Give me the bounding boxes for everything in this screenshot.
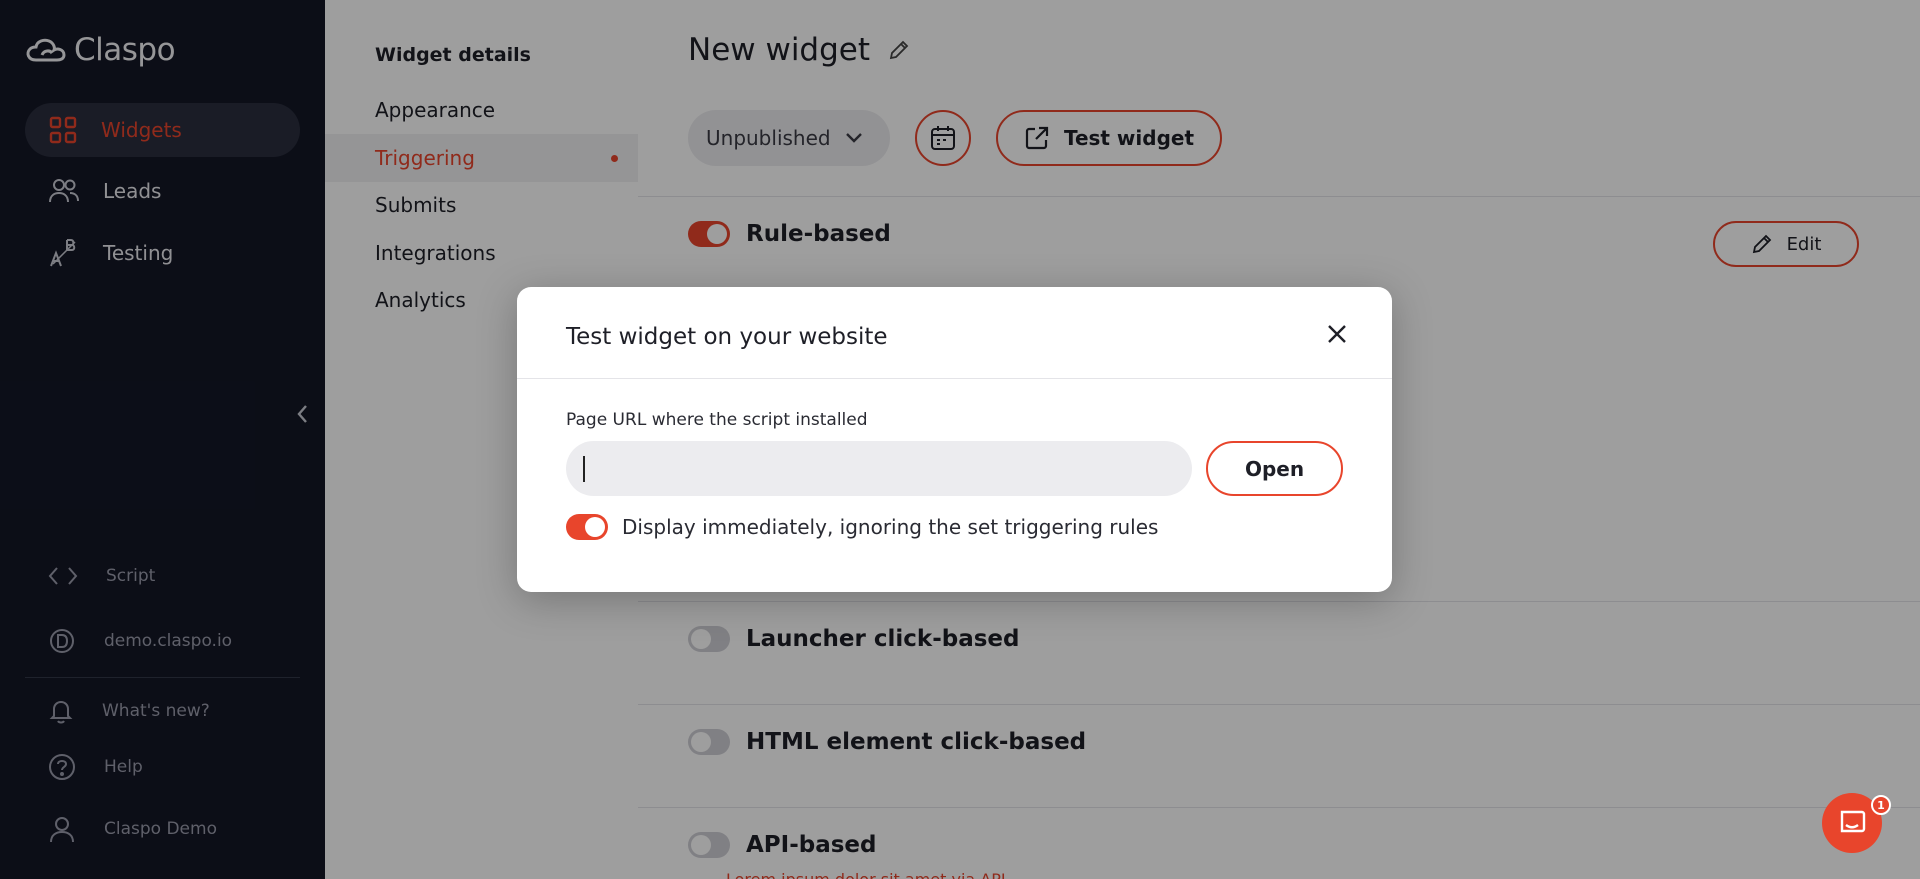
display-immediately-label: Display immediately, ignoring the set tr… bbox=[622, 515, 1159, 539]
display-immediately-row: Display immediately, ignoring the set tr… bbox=[566, 514, 1158, 540]
modal-header: Test widget on your website bbox=[517, 287, 1392, 379]
open-label: Open bbox=[1244, 456, 1305, 481]
url-field-label: Page URL where the script installed bbox=[566, 410, 868, 430]
modal-title: Test widget on your website bbox=[566, 324, 888, 350]
page-url-input[interactable] bbox=[566, 441, 1192, 496]
chat-unread-badge: 1 bbox=[1871, 795, 1891, 815]
close-icon bbox=[1328, 325, 1346, 343]
test-widget-modal: Test widget on your website Page URL whe… bbox=[517, 287, 1392, 592]
text-caret bbox=[583, 456, 585, 482]
chat-icon bbox=[1840, 810, 1866, 833]
open-button[interactable]: Open bbox=[1206, 441, 1343, 496]
close-button[interactable] bbox=[1325, 322, 1349, 346]
display-immediately-toggle[interactable] bbox=[566, 514, 608, 540]
